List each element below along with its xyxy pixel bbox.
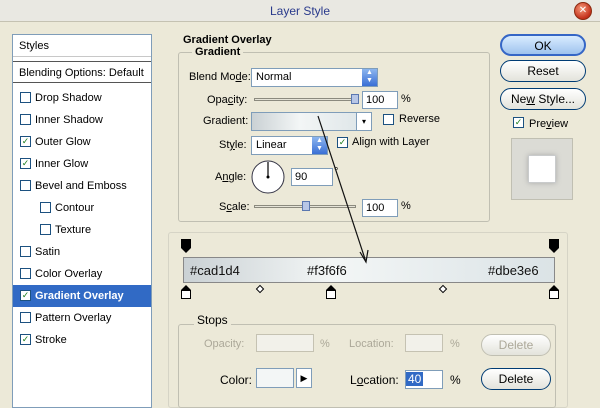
stop-opacity-unit: % xyxy=(320,338,330,350)
sidebar-blending-options[interactable]: Blending Options: Default xyxy=(13,61,151,83)
sidebar-checkbox-texture[interactable] xyxy=(40,224,51,235)
sidebar-item-pattern-overlay[interactable]: Pattern Overlay xyxy=(13,307,151,329)
delete-color-stop-button[interactable]: Delete xyxy=(481,368,551,390)
window-title: Layer Style xyxy=(269,4,331,18)
scale-label: Scale: xyxy=(219,201,250,213)
section-title: Gradient Overlay xyxy=(180,34,275,46)
delete-opacity-stop-button: Delete xyxy=(481,334,551,356)
sidebar-item-inner-glow[interactable]: ✓ Inner Glow xyxy=(13,153,151,175)
opacity-stop-left[interactable] xyxy=(181,239,191,253)
scale-unit: % xyxy=(401,200,411,212)
style-value: Linear xyxy=(256,139,287,151)
sidebar-checkbox-contour[interactable] xyxy=(40,202,51,213)
sidebar-item-label: Outer Glow xyxy=(35,136,91,148)
angle-label: Angle: xyxy=(215,171,247,183)
stop-location-value: 40 xyxy=(406,372,424,386)
opacity-slider-thumb[interactable] xyxy=(351,94,359,104)
sidebar-checkbox-satin[interactable] xyxy=(20,246,31,257)
opacity-unit: % xyxy=(401,93,411,105)
sidebar-item-label: Gradient Overlay xyxy=(35,290,124,302)
sidebar-item-contour[interactable]: Contour xyxy=(13,197,151,219)
sidebar-item-stroke[interactable]: ✓ Stroke xyxy=(13,329,151,351)
angle-dial-icon[interactable] xyxy=(250,159,286,195)
sidebar-checkbox-color-overlay[interactable] xyxy=(20,268,31,279)
styles-label: Styles xyxy=(19,40,49,52)
stop-location-label: Location: xyxy=(350,373,399,387)
blend-mode-select[interactable]: Normal ▲ ▼ xyxy=(251,68,378,87)
annotation-arrow-icon xyxy=(317,115,369,264)
sidebar-item-outer-glow[interactable]: ✓ Outer Glow xyxy=(13,131,151,153)
new-style-button[interactable]: New Style... xyxy=(500,88,586,110)
sidebar-checkbox-outer-glow[interactable]: ✓ xyxy=(20,136,31,147)
opacity-label: Opacity: xyxy=(207,94,248,106)
styles-sidebar: Styles Blending Options: Default Drop Sh… xyxy=(12,34,152,408)
sidebar-item-inner-shadow[interactable]: Inner Shadow xyxy=(13,109,151,131)
stop-color-label: Color: xyxy=(220,373,253,387)
sidebar-checkbox-pattern-overlay[interactable] xyxy=(20,312,31,323)
sidebar-item-label: Inner Glow xyxy=(35,158,89,170)
sidebar-item-label: Satin xyxy=(35,246,61,258)
sidebar-checkbox-stroke[interactable]: ✓ xyxy=(20,334,31,345)
color-stop-middle[interactable] xyxy=(326,285,336,299)
sidebar-item-label: Stroke xyxy=(35,334,67,346)
sidebar-checkbox-drop-shadow[interactable] xyxy=(20,92,31,103)
color-menu-arrow-icon[interactable]: ▶ xyxy=(296,368,312,388)
sidebar-item-texture[interactable]: Texture xyxy=(13,219,151,241)
sidebar-item-label: Inner Shadow xyxy=(35,114,103,126)
stop-location-unit: % xyxy=(450,373,461,387)
gradient-label: Gradient: xyxy=(203,115,249,127)
sidebar-item-color-overlay[interactable]: Color Overlay xyxy=(13,263,151,285)
stop-location-input-disabled xyxy=(405,334,443,352)
opacity-slider[interactable] xyxy=(254,94,359,104)
color-stop-right[interactable] xyxy=(549,285,559,299)
sidebar-item-bevel-and-emboss[interactable]: Bevel and Emboss xyxy=(13,175,151,197)
title-bar: Layer Style ✕ xyxy=(0,0,600,22)
sidebar-item-gradient-overlay[interactable]: ✓ Gradient Overlay xyxy=(13,285,151,307)
stop-opacity-input xyxy=(256,334,314,352)
stop-location-input[interactable]: 40 xyxy=(405,370,443,389)
close-icon[interactable]: ✕ xyxy=(574,2,592,20)
color-stop-left[interactable] xyxy=(181,285,191,299)
stop-opacity-label: Opacity: xyxy=(204,338,245,350)
stops-title: Stops xyxy=(194,313,231,327)
ok-button[interactable]: OK xyxy=(500,34,586,56)
sidebar-styles-header[interactable]: Styles xyxy=(13,35,151,57)
sidebar-checkbox-bevel-and-emboss[interactable] xyxy=(20,180,31,191)
sidebar-item-drop-shadow[interactable]: Drop Shadow xyxy=(13,87,151,109)
reset-button[interactable]: Reset xyxy=(500,60,586,82)
sidebar-item-label: Texture xyxy=(55,224,92,236)
scale-slider-thumb[interactable] xyxy=(302,201,310,211)
reverse-label: Reverse xyxy=(399,113,440,125)
sidebar-checkbox-inner-glow[interactable]: ✓ xyxy=(20,158,31,169)
stop-color-label-3: #dbe3e6 xyxy=(488,263,539,278)
stop-location-unit-disabled: % xyxy=(450,338,460,350)
blending-options-label: Blending Options: Default xyxy=(19,67,144,79)
opacity-stop-right[interactable] xyxy=(549,239,559,253)
preview-checkbox[interactable]: ✓ xyxy=(513,117,524,128)
stop-color-label-1: #cad1d4 xyxy=(190,263,240,278)
sidebar-checkbox-gradient-overlay[interactable]: ✓ xyxy=(20,290,31,301)
stop-color-swatch[interactable] xyxy=(256,368,294,388)
sidebar-checkbox-inner-shadow[interactable] xyxy=(20,114,31,125)
blend-mode-label: Blend Mode: xyxy=(189,71,251,83)
sidebar-item-label: Color Overlay xyxy=(35,268,103,280)
preview-thumbnail xyxy=(528,155,556,183)
stop-location-label-disabled: Location: xyxy=(349,338,394,350)
preview-label: Preview xyxy=(529,118,569,130)
sidebar-item-label: Pattern Overlay xyxy=(35,312,112,324)
opacity-input[interactable]: 100 xyxy=(362,91,398,109)
sidebar-item-label: Drop Shadow xyxy=(35,92,102,104)
sidebar-item-satin[interactable]: Satin xyxy=(13,241,151,263)
blend-mode-value: Normal xyxy=(256,71,292,83)
reverse-checkbox[interactable] xyxy=(383,114,394,125)
updown-arrows-icon: ▲ ▼ xyxy=(362,69,377,86)
sidebar-item-label: Bevel and Emboss xyxy=(35,180,127,192)
style-preview-swatch xyxy=(511,138,573,200)
style-label: Style: xyxy=(219,139,247,151)
gradient-subgroup-title: Gradient xyxy=(192,46,244,58)
sidebar-item-label: Contour xyxy=(55,202,95,214)
